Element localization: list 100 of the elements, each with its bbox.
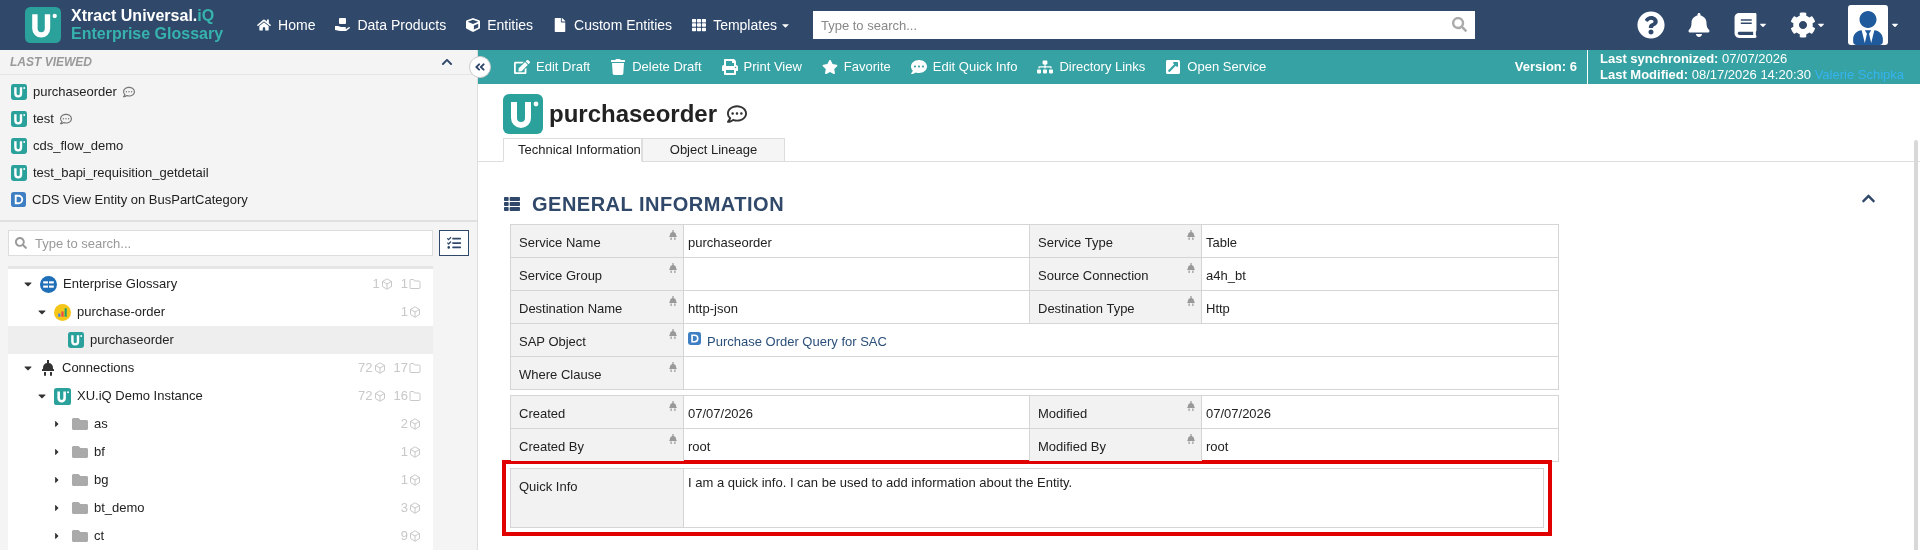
- plug-icon: [668, 230, 678, 240]
- folder-icon: [72, 472, 88, 488]
- book-icon[interactable]: [1733, 12, 1758, 38]
- nav-link[interactable]: Home: [257, 14, 316, 36]
- home-icon: [257, 18, 272, 32]
- folder-icon: [72, 416, 88, 432]
- field-label: Created By: [519, 439, 585, 454]
- recent-item[interactable]: test: [33, 108, 54, 129]
- entity-logo-icon: [11, 110, 27, 127]
- section-title: GENERAL INFORMATION: [532, 192, 785, 217]
- nav-link[interactable]: Custom Entities: [553, 14, 673, 36]
- tree-item-label: purchaseorder: [90, 331, 174, 350]
- app-subtitle: Enterprise Glossary: [71, 25, 224, 43]
- field-label: Modified: [1038, 406, 1088, 421]
- edit-icon: [514, 59, 530, 75]
- entity-logo-icon: [11, 164, 27, 181]
- tree-item-label: Connections: [62, 359, 135, 378]
- field-label: Service Group: [519, 268, 603, 283]
- entity-logo-icon: [11, 137, 27, 154]
- field-value: root: [1206, 438, 1229, 456]
- help-icon[interactable]: [1637, 11, 1665, 39]
- cube-icon: [409, 306, 421, 318]
- plug-icon: [1186, 296, 1196, 306]
- plug-icon: [668, 263, 678, 273]
- tab[interactable]: Technical Information: [503, 138, 642, 162]
- plug-icon: [668, 401, 678, 411]
- user-avatar[interactable]: [1848, 5, 1888, 45]
- settings-icon[interactable]: [1790, 12, 1816, 38]
- entity-logo-icon: [11, 83, 27, 100]
- chart-badge-icon: [54, 303, 71, 321]
- cube-icon: [409, 474, 421, 486]
- tab[interactable]: Object Lineage: [642, 138, 785, 162]
- plug-icon: [668, 296, 678, 306]
- field-label: Source Connection: [1038, 268, 1149, 283]
- field-value: 07/07/2026: [1206, 405, 1272, 423]
- field-label: Modified By: [1038, 439, 1106, 454]
- cube-icon: [409, 418, 421, 430]
- tree-item-label: Enterprise Glossary: [63, 275, 178, 294]
- plug-icon: [1186, 434, 1196, 444]
- cube-icon: [373, 390, 386, 402]
- plug-icon: [668, 434, 678, 444]
- star-icon: [821, 59, 838, 75]
- field-label: Where Clause: [519, 367, 602, 382]
- folder-outline-icon: [409, 390, 421, 402]
- app-title: Xtract Universal.: [71, 7, 198, 24]
- field-label: Destination Type: [1038, 301, 1135, 316]
- trash-icon: [610, 59, 627, 75]
- cube-icon: [409, 502, 421, 514]
- recent-item[interactable]: test_bapi_requisition_getdetail: [33, 162, 209, 183]
- field-value: purchaseorder: [688, 234, 772, 252]
- field-value: root: [688, 438, 711, 456]
- external-link-icon: [1165, 59, 1182, 75]
- entity-logo-icon: [54, 387, 71, 405]
- filter-button[interactable]: [439, 230, 469, 256]
- field-value: http-json: [688, 300, 738, 318]
- tree-item-label: purchase-order: [77, 303, 166, 322]
- nav-link[interactable]: Templates: [692, 14, 791, 36]
- plug-icon: [1186, 401, 1196, 411]
- cube-icon: [380, 278, 393, 290]
- glossary-icon: [40, 275, 57, 293]
- entity-logo-icon: [68, 332, 84, 348]
- app-title-suffix: iQ: [197, 7, 215, 24]
- plug-icon: [668, 362, 678, 372]
- nav-link[interactable]: Entities: [466, 14, 534, 36]
- field-value: Table: [1206, 234, 1238, 252]
- plug-icon: [40, 360, 56, 376]
- chevron-icon[interactable]: [441, 56, 453, 68]
- bell-icon[interactable]: [1687, 13, 1711, 37]
- recent-item[interactable]: CDS View Entity on BusPartCategory: [32, 189, 248, 210]
- field-label: Destination Name: [519, 301, 623, 316]
- modified-info: Last Modified: 08/17/2026 14:20:30: [1600, 67, 1811, 82]
- tree-search-field[interactable]: Type to search...: [8, 230, 433, 256]
- recent-item[interactable]: purchaseorder: [33, 81, 117, 102]
- object-link[interactable]: Purchase Order Query for SAC: [707, 332, 887, 352]
- tree-item[interactable]: purchaseorder: [8, 326, 433, 354]
- tree-item-label: bf: [94, 443, 105, 462]
- cube-icon: [373, 362, 386, 374]
- plug-icon: [1186, 263, 1196, 273]
- d-icon: [11, 192, 26, 207]
- field-value: Http: [1206, 300, 1230, 318]
- hand-icon: [335, 18, 351, 32]
- nav-link[interactable]: Data Products: [335, 14, 447, 36]
- cube-icon: [409, 446, 421, 458]
- sync-info: Last synchronized: 07/07/2026: [1600, 51, 1789, 67]
- printer-icon: [721, 59, 738, 75]
- hierarchy-icon: [1037, 59, 1054, 75]
- speech-bubble-icon: [910, 59, 927, 75]
- search-field[interactable]: Type to search...: [812, 11, 1475, 39]
- cube-icon: [466, 18, 481, 32]
- cube-icon: [409, 530, 421, 542]
- recent-item[interactable]: cds_flow_demo: [33, 135, 124, 156]
- plug-icon: [668, 329, 678, 339]
- tree-item-label: as: [94, 415, 108, 434]
- app-logo: [25, 7, 61, 43]
- speech-bubble-icon[interactable]: [727, 104, 748, 124]
- collapse-sidebar-button[interactable]: [469, 56, 491, 78]
- field-label: Service Type: [1038, 235, 1113, 250]
- folder-outline-icon: [409, 278, 421, 290]
- entity-title: purchaseorder: [549, 99, 718, 129]
- field-label: Quick Info: [519, 479, 578, 494]
